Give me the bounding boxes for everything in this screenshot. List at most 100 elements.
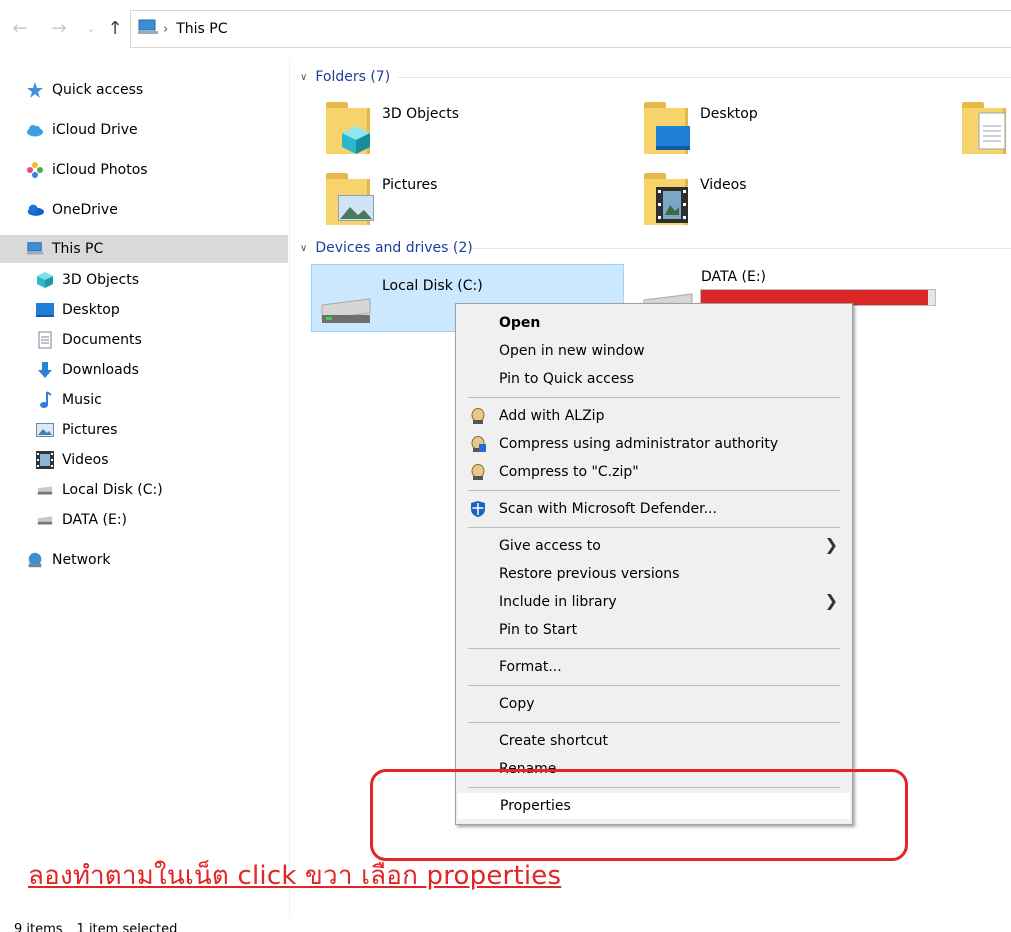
network-icon [26, 551, 44, 569]
menu-item-scan-defender[interactable]: Scan with Microsoft Defender... [458, 496, 850, 522]
nav-item-icloud-photos[interactable]: iCloud Photos [0, 156, 288, 184]
submenu-chevron-icon: ❯ [824, 535, 838, 554]
drive-e-label[interactable]: DATA (E:) [701, 269, 766, 285]
nav-label: Quick access [52, 82, 144, 98]
group-title: Folders (7) [315, 69, 391, 85]
nav-label: Desktop [62, 302, 120, 318]
nav-item-downloads[interactable]: Downloads [0, 356, 288, 384]
menu-separator [468, 722, 840, 723]
context-menu: Open Open in new window Pin to Quick acc… [455, 303, 853, 825]
folder-documents-icon [962, 102, 1010, 156]
folder-tile-videos[interactable]: Videos [644, 173, 747, 227]
folder-videos-icon [644, 173, 692, 227]
menu-label: Compress to "C.zip" [499, 464, 639, 480]
group-divider [472, 248, 1011, 249]
nav-label: Music [62, 392, 102, 408]
download-icon [36, 361, 54, 379]
nav-item-onedrive[interactable]: OneDrive [0, 196, 288, 224]
computer-icon [137, 18, 159, 40]
menu-item-pin-quick-access[interactable]: Pin to Quick access [458, 366, 850, 392]
menu-item-give-access[interactable]: Give access to ❯ [458, 533, 850, 559]
icloud-icon [26, 121, 44, 139]
menu-item-copy[interactable]: Copy [458, 691, 850, 717]
nav-item-videos[interactable]: Videos [0, 446, 288, 474]
alzip-icon [469, 463, 487, 481]
menu-separator [468, 527, 840, 528]
menu-item-include-library[interactable]: Include in library ❯ [458, 589, 850, 615]
menu-item-pin-start[interactable]: Pin to Start [458, 617, 850, 643]
menu-item-open[interactable]: Open [458, 310, 850, 336]
menu-separator [468, 648, 840, 649]
nav-label: This PC [52, 241, 104, 257]
submenu-chevron-icon: ❯ [824, 591, 838, 610]
nav-label: Documents [62, 332, 142, 348]
nav-item-this-pc[interactable]: This PC [0, 235, 288, 263]
menu-label: Format... [499, 659, 562, 675]
nav-item-pictures[interactable]: Pictures [0, 416, 288, 444]
menu-label: Create shortcut [499, 733, 609, 749]
menu-separator [468, 685, 840, 686]
menu-item-open-new-window[interactable]: Open in new window [458, 338, 850, 364]
cube-icon [36, 271, 54, 289]
folder-label: 3D Objects [382, 106, 460, 122]
photos-icon [26, 161, 44, 179]
nav-label: Downloads [62, 362, 139, 378]
menu-label: Pin to Quick access [499, 371, 635, 387]
recent-locations-chevron-icon[interactable]: ⌄ [80, 16, 102, 40]
back-arrow-icon[interactable]: ← [9, 16, 31, 40]
address-bar[interactable]: › This PC [130, 10, 1011, 48]
devices-group-header[interactable]: ∨ Devices and drives (2) [300, 238, 473, 258]
menu-label: Give access to [499, 538, 601, 554]
drive-c-icon [321, 298, 371, 323]
alzip-icon [469, 407, 487, 425]
menu-item-compress-to-zip[interactable]: Compress to "C.zip" [458, 459, 850, 485]
nav-label: OneDrive [52, 202, 118, 218]
status-item-count: 9 items [14, 922, 63, 932]
breadcrumb-this-pc[interactable]: This PC [176, 21, 227, 37]
menu-label: Restore previous versions [499, 566, 680, 582]
folder-tile-3d-objects[interactable]: 3D Objects [326, 102, 459, 156]
folder-tile-documents[interactable] [962, 102, 1010, 156]
nav-item-desktop[interactable]: Desktop [0, 296, 288, 324]
menu-label: Copy [499, 696, 535, 712]
folder-tile-pictures[interactable]: Pictures [326, 173, 437, 227]
folder-3d-objects-icon [326, 102, 374, 156]
nav-item-documents[interactable]: Documents [0, 326, 288, 354]
video-icon [36, 451, 54, 469]
picture-icon [36, 421, 54, 439]
menu-label: Scan with Microsoft Defender... [499, 501, 717, 517]
annotation-highlight-box [370, 769, 908, 861]
menu-label: Add with ALZip [499, 408, 605, 424]
up-arrow-icon[interactable]: ↑ [104, 16, 126, 40]
folder-label: Pictures [382, 177, 438, 193]
nav-item-music[interactable]: Music [0, 386, 288, 414]
drive-icon [36, 481, 54, 499]
nav-item-data-e[interactable]: DATA (E:) [0, 506, 288, 534]
drive-icon [36, 511, 54, 529]
nav-label: Local Disk (C:) [62, 482, 163, 498]
menu-item-format[interactable]: Format... [458, 654, 850, 680]
address-toolbar: ← → ⌄ ↑ › This PC [0, 0, 1011, 58]
computer-icon [26, 240, 44, 258]
menu-item-add-alzip[interactable]: Add with ALZip [458, 403, 850, 429]
music-icon [36, 391, 54, 409]
drive-label: Local Disk (C:) [382, 278, 483, 294]
group-divider [398, 77, 1011, 78]
alzip-admin-icon [469, 435, 487, 453]
menu-item-restore-versions[interactable]: Restore previous versions [458, 561, 850, 587]
nav-item-3d-objects[interactable]: 3D Objects [0, 266, 288, 294]
nav-item-network[interactable]: Network [0, 546, 288, 574]
folder-tile-desktop[interactable]: Desktop [644, 102, 758, 156]
folders-group-header[interactable]: ∨ Folders (7) [300, 67, 390, 87]
nav-item-local-disk-c[interactable]: Local Disk (C:) [0, 476, 288, 504]
menu-item-compress-admin[interactable]: Compress using administrator authority [458, 431, 850, 457]
collapse-chevron-icon[interactable]: ∨ [300, 243, 307, 254]
nav-item-quick-access[interactable]: Quick access [0, 76, 288, 104]
menu-label: Include in library [499, 594, 617, 610]
collapse-chevron-icon[interactable]: ∨ [300, 72, 307, 83]
forward-arrow-icon[interactable]: → [48, 16, 70, 40]
menu-item-create-shortcut[interactable]: Create shortcut [458, 728, 850, 754]
group-title: Devices and drives (2) [315, 240, 473, 256]
nav-item-icloud-drive[interactable]: iCloud Drive [0, 116, 288, 144]
folder-desktop-icon [644, 102, 692, 156]
